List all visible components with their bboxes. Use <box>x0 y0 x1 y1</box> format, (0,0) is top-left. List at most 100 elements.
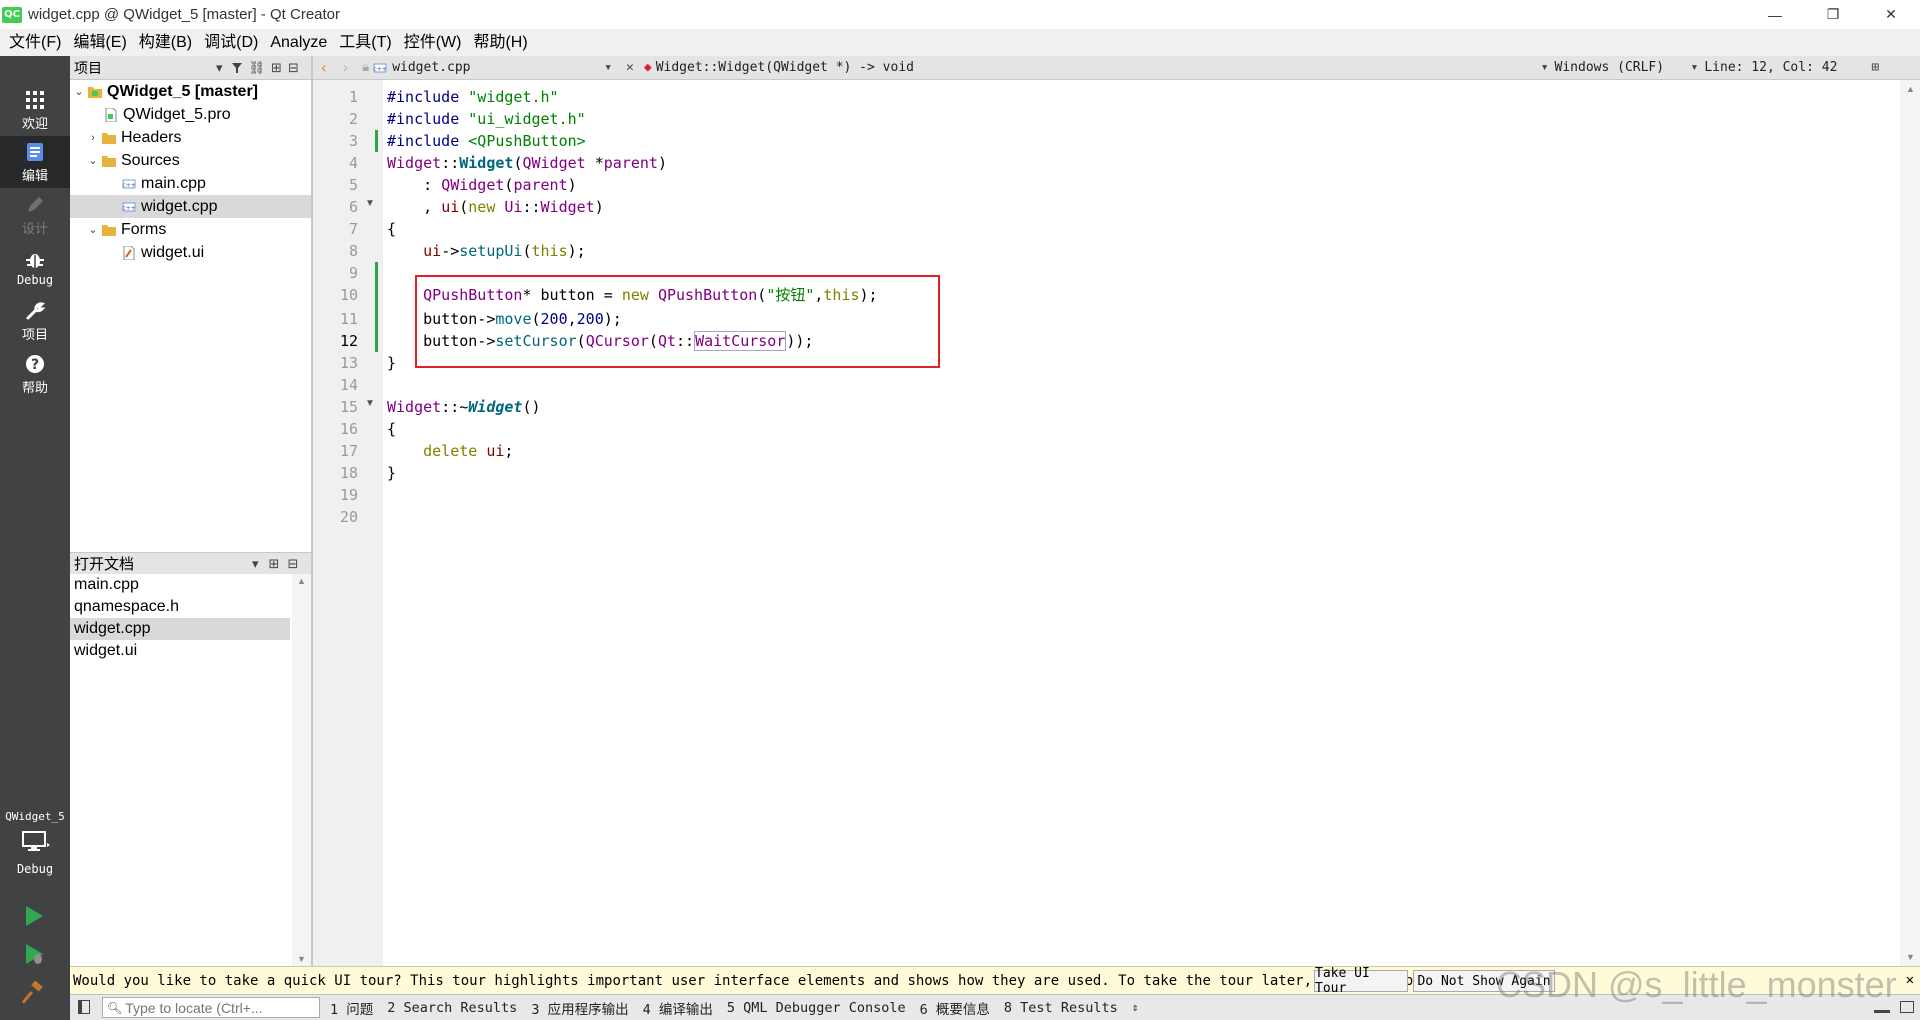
output-tab-test-results[interactable]: 8 Test Results <box>1004 1000 1118 1016</box>
change-marker <box>375 262 378 352</box>
dropdown-arrow-icon[interactable]: ▾ <box>604 60 612 75</box>
folder-icon <box>102 223 116 237</box>
token-type: Widget <box>387 398 442 416</box>
nav-forward-icon[interactable]: › <box>341 58 351 77</box>
svg-text:c++: c++ <box>374 66 387 73</box>
close-window-button[interactable]: ✕ <box>1862 0 1920 29</box>
project-view-selector[interactable]: 项目 <box>74 58 214 78</box>
menu-analyze[interactable]: Analyze <box>264 29 333 56</box>
menu-tools[interactable]: 工具(T) <box>333 29 397 56</box>
token-punct: ); <box>567 242 586 260</box>
nav-back-icon[interactable]: ‹ <box>319 58 329 77</box>
menu-widgets[interactable]: 控件(W) <box>398 29 468 56</box>
split-icon[interactable]: ⊞ <box>269 556 280 572</box>
open-doc-item[interactable]: main.cpp <box>70 574 290 596</box>
grid-icon <box>23 89 47 111</box>
token-punct: :: <box>441 154 460 172</box>
editor-scrollbar[interactable]: ▲ ▼ <box>1900 80 1920 966</box>
token-punct: ) <box>657 154 667 172</box>
open-docs-scrollbar[interactable]: ▲ ▼ <box>292 574 311 966</box>
line-number-gutter: 1 2 3 4 5 6 7 8 9 10 11 12 13 14 15 16 1… <box>313 80 383 966</box>
tree-item-widget-ui[interactable]: widget.ui <box>70 241 311 264</box>
scroll-up-icon[interactable]: ▲ <box>297 576 306 586</box>
toggle-sidebar-icon[interactable] <box>78 1000 90 1014</box>
chevron-right-icon[interactable]: › <box>86 132 100 144</box>
output-tab-app-output[interactable]: 3 应用程序输出 <box>531 998 628 1018</box>
link-icon[interactable]: ⛓ <box>249 60 266 76</box>
chevron-down-icon[interactable]: ⌄ <box>86 154 100 167</box>
line-ending-selector[interactable]: Windows (CRLF) <box>1555 60 1691 75</box>
symbol-selector[interactable]: Widget::Widget(QWidget *) -> void <box>656 60 1541 75</box>
more-tabs-icon[interactable]: ⇕ <box>1132 1001 1139 1014</box>
filter-icon[interactable] <box>231 62 243 74</box>
tree-item-headers[interactable]: › Headers <box>70 126 311 149</box>
debug-run-button[interactable] <box>22 942 46 970</box>
scroll-down-icon[interactable]: ▼ <box>297 954 306 964</box>
cpp-file-icon: c++ <box>373 61 387 75</box>
maximize-button[interactable]: ❐ <box>1804 0 1862 29</box>
token-type: Ui <box>504 198 523 216</box>
current-file-selector[interactable]: widget.cpp <box>392 60 604 75</box>
scroll-down-icon[interactable]: ▼ <box>1906 952 1915 962</box>
token-keyword: this <box>531 242 568 260</box>
tree-item-widget-cpp[interactable]: c++ widget.cpp <box>70 195 311 218</box>
dropdown-arrow-icon[interactable]: ▾ <box>216 60 223 76</box>
minimize-button[interactable]: — <box>1746 0 1804 29</box>
close-infobar-icon[interactable]: ✕ <box>1906 972 1914 988</box>
menu-debug[interactable]: 调试(D) <box>198 29 264 56</box>
code-line-8: ui->setupUi(this); <box>387 240 586 262</box>
ui-file-icon <box>122 245 136 260</box>
tree-item-forms[interactable]: ⌄ Forms <box>70 218 311 241</box>
chevron-down-icon[interactable]: ⌄ <box>72 85 86 98</box>
output-tab-qml-debugger[interactable]: 5 QML Debugger Console <box>727 1000 906 1016</box>
open-documents-header: 打开文档 ▾ ⊞ ⊟ <box>70 552 311 574</box>
mode-design[interactable]: 设计 <box>0 189 70 241</box>
cpp-file-icon: c++ <box>122 200 136 214</box>
take-ui-tour-button[interactable]: Take UI Tour <box>1314 966 1408 996</box>
close-panel-icon[interactable]: ⊟ <box>288 60 299 76</box>
menu-file[interactable]: 文件(F) <box>3 29 67 56</box>
close-document-icon[interactable]: ✕ <box>626 60 634 75</box>
locator-input[interactable] <box>125 999 316 1016</box>
menu-edit[interactable]: 编辑(E) <box>67 29 132 56</box>
output-tab-issues[interactable]: 1 问题 <box>330 998 373 1018</box>
token-field: ui <box>486 442 505 460</box>
menu-help[interactable]: 帮助(H) <box>467 29 533 56</box>
mode-edit-label: 编辑 <box>21 167 48 183</box>
dropdown-arrow-icon[interactable]: ▾ <box>1541 60 1549 75</box>
menu-build[interactable]: 构建(B) <box>133 29 198 56</box>
build-button[interactable] <box>21 980 46 1008</box>
chevron-down-icon[interactable]: ⌄ <box>86 223 100 236</box>
locator[interactable]: 🔍︎ <box>102 997 320 1018</box>
code-editor[interactable]: #include "widget.h" #include "ui_widget.… <box>383 80 1900 966</box>
tree-item-main-cpp[interactable]: c++ main.cpp <box>70 172 311 195</box>
dropdown-arrow-icon[interactable]: ▾ <box>1691 60 1699 75</box>
tree-item-pro-file[interactable]: QWidget_5.pro <box>70 103 311 126</box>
split-icon[interactable]: ⊞ <box>1871 60 1879 75</box>
mode-edit[interactable]: 编辑 <box>0 136 70 188</box>
run-button[interactable] <box>22 904 46 932</box>
kit-selector[interactable]: Debug <box>0 830 70 880</box>
close-panel-icon[interactable]: ⊟ <box>287 556 298 572</box>
mode-debug[interactable]: Debug <box>0 242 70 294</box>
output-tab-compile-output[interactable]: 4 编译输出 <box>643 998 713 1018</box>
split-icon[interactable]: ⊞ <box>271 60 282 76</box>
mode-help[interactable]: ? 帮助 <box>0 348 70 400</box>
open-doc-item[interactable]: widget.ui <box>70 640 290 662</box>
line-number: 4 <box>348 154 358 172</box>
mode-projects[interactable]: 项目 <box>0 295 70 347</box>
tree-item-sources[interactable]: ⌄ Sources <box>70 149 311 172</box>
toggle-output-icon[interactable] <box>1900 1001 1914 1013</box>
dropdown-arrow-icon[interactable]: ▾ <box>252 556 259 572</box>
fold-marker-icon[interactable]: ▼ <box>365 198 375 209</box>
fold-marker-icon[interactable]: ▼ <box>365 398 375 409</box>
output-tab-general-messages[interactable]: 6 概要信息 <box>920 998 990 1018</box>
mode-welcome[interactable]: 欢迎 <box>0 84 70 136</box>
open-doc-item[interactable]: widget.cpp <box>70 618 290 640</box>
open-doc-item[interactable]: qnamespace.h <box>70 596 290 618</box>
code-line-7: { <box>387 220 397 238</box>
scroll-up-icon[interactable]: ▲ <box>1906 84 1915 94</box>
cursor-position[interactable]: Line: 12, Col: 42 <box>1704 60 1867 75</box>
tree-item-project[interactable]: ⌄ QWidget_5 [master] <box>70 80 311 103</box>
output-tab-search-results[interactable]: 2 Search Results <box>387 1000 517 1016</box>
